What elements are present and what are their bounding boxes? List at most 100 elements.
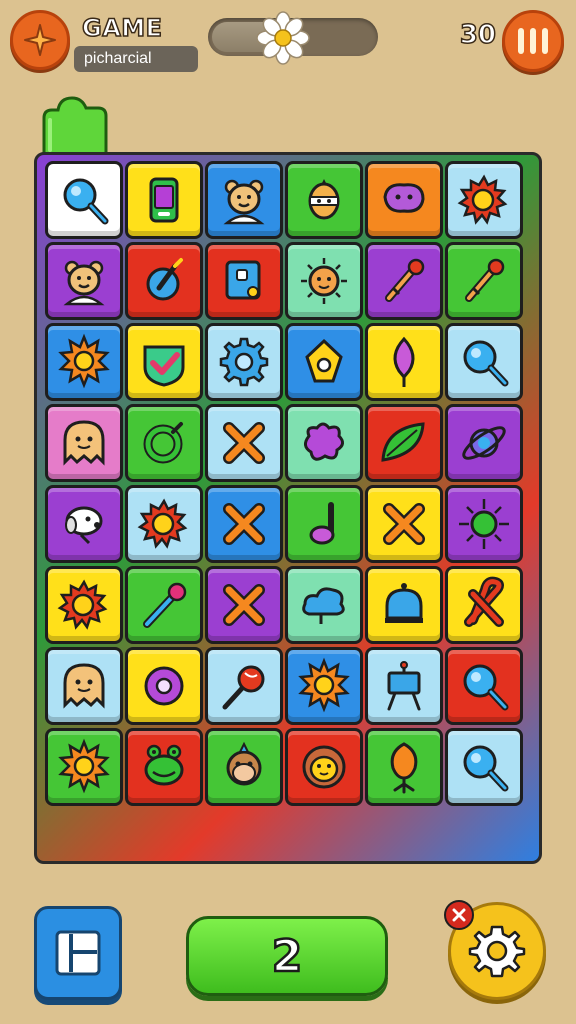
magnifier-icon	[463, 340, 509, 387]
tile-r1-c5[interactable]	[365, 161, 443, 239]
ghost-icon	[63, 420, 105, 466]
game-board	[34, 152, 542, 864]
bear-icon	[63, 260, 105, 306]
tile-r4-c3[interactable]	[205, 404, 283, 482]
tile-r4-c4[interactable]	[285, 404, 363, 482]
tile-r7-c5[interactable]	[365, 647, 443, 725]
top-bar: picharcial GAME 30	[0, 0, 576, 90]
flower-icon	[390, 742, 418, 794]
tile-r6-c3[interactable]	[205, 566, 283, 644]
tile-r6-c4[interactable]	[285, 566, 363, 644]
tile-r1-c4[interactable]	[285, 161, 363, 239]
tile-r8-c3[interactable]	[205, 728, 283, 806]
dog-icon	[65, 506, 103, 545]
gear-icon	[468, 925, 526, 978]
tile-r2-c1[interactable]	[45, 242, 123, 320]
tile-r6-c1[interactable]	[45, 566, 123, 644]
tile-r2-c4[interactable]	[285, 242, 363, 320]
tile-r5-c3[interactable]	[205, 485, 283, 563]
tile-r4-c1[interactable]	[45, 404, 123, 482]
tile-r4-c5[interactable]	[365, 404, 443, 482]
tile-r7-c6[interactable]	[445, 647, 523, 725]
sun-gear-icon	[457, 174, 508, 225]
x-icon	[223, 422, 265, 464]
sun-gear-icon	[57, 579, 108, 630]
tile-r6-c2[interactable]	[125, 566, 203, 644]
tile-r7-c3[interactable]	[205, 647, 283, 725]
blob-face-icon	[383, 183, 425, 213]
pause-icon	[515, 28, 551, 54]
tile-r6-c6[interactable]	[445, 566, 523, 644]
feather-icon	[393, 336, 415, 387]
tile-r1-c2[interactable]	[125, 161, 203, 239]
bear-icon	[223, 179, 265, 225]
key-icon	[385, 258, 425, 302]
tile-r3-c2[interactable]	[125, 323, 203, 401]
green-tab-icon[interactable]	[40, 96, 110, 156]
tile-r3-c4[interactable]	[285, 323, 363, 401]
tile-r1-c1[interactable]	[45, 161, 123, 239]
tile-r8-c6[interactable]	[445, 728, 523, 806]
score-counter: 30	[459, 19, 497, 51]
tile-r7-c4[interactable]	[285, 647, 363, 725]
ninja-icon	[308, 179, 340, 220]
tile-r1-c6[interactable]	[445, 161, 523, 239]
menu-button[interactable]	[34, 906, 122, 1000]
lion-icon	[302, 745, 346, 789]
planet-icon	[462, 426, 506, 460]
magnifier-icon	[63, 178, 109, 225]
tile-r3-c1[interactable]	[45, 323, 123, 401]
sun-icon	[58, 738, 110, 794]
tile-r5-c5[interactable]	[365, 485, 443, 563]
splat-icon	[304, 422, 344, 461]
tile-r5-c2[interactable]	[125, 485, 203, 563]
tile-r2-c2[interactable]	[125, 242, 203, 320]
tile-r2-c3[interactable]	[205, 242, 283, 320]
magnifier-icon	[463, 745, 509, 792]
note-icon	[309, 502, 335, 545]
tile-r5-c4[interactable]	[285, 485, 363, 563]
daisy-icon	[256, 11, 310, 65]
magnifier-icon	[463, 664, 509, 711]
sun-icon	[298, 657, 350, 713]
game-subtitle: picharcial	[74, 46, 198, 72]
lollipop-icon	[222, 665, 265, 710]
tile-r3-c5[interactable]	[365, 323, 443, 401]
tile-r2-c6[interactable]	[445, 242, 523, 320]
tile-r7-c2[interactable]	[125, 647, 203, 725]
level-button[interactable]: 2	[186, 916, 388, 996]
tile-r2-c5[interactable]	[365, 242, 443, 320]
gear-icon	[219, 337, 269, 387]
sun-icon	[58, 333, 110, 389]
x-icon	[223, 503, 265, 545]
tile-r5-c1[interactable]	[45, 485, 123, 563]
close-icon	[452, 908, 466, 922]
tag-icon	[305, 338, 343, 383]
tile-r4-c2[interactable]	[125, 404, 203, 482]
star-icon	[459, 499, 509, 549]
tile-r8-c5[interactable]	[365, 728, 443, 806]
cloud-icon	[302, 587, 345, 624]
tile-r6-c5[interactable]	[365, 566, 443, 644]
tile-r4-c6[interactable]	[445, 404, 523, 482]
tile-r3-c6[interactable]	[445, 323, 523, 401]
ghost-icon	[63, 663, 105, 709]
tile-r5-c6[interactable]	[445, 485, 523, 563]
tile-r1-c3[interactable]	[205, 161, 283, 239]
pause-button[interactable]	[502, 10, 564, 72]
mirror-icon	[225, 260, 261, 300]
tile-r3-c3[interactable]	[205, 323, 283, 401]
tile-r8-c2[interactable]	[125, 728, 203, 806]
game-title: GAME	[81, 13, 163, 43]
easel-icon	[387, 661, 421, 711]
x-icon	[223, 584, 265, 626]
tile-r7-c1[interactable]	[45, 647, 123, 725]
monkey-icon	[226, 741, 262, 786]
check-icon	[143, 345, 185, 387]
pin-icon	[143, 582, 187, 628]
tile-r8-c4[interactable]	[285, 728, 363, 806]
tile-r8-c1[interactable]	[45, 728, 123, 806]
close-button[interactable]	[444, 900, 474, 930]
x-icon	[383, 503, 425, 545]
bomb-icon	[146, 258, 183, 301]
